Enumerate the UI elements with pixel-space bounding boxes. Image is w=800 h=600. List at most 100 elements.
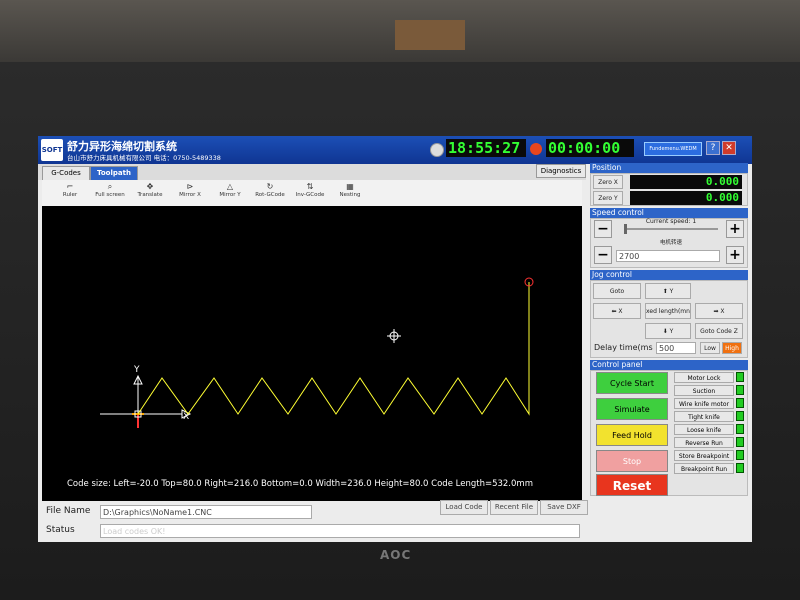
feed-hold-button[interactable]: Feed Hold (596, 424, 668, 446)
status-field: Load codes OK! (100, 524, 580, 538)
mirror-x-button[interactable]: ⊳ Mirror X (168, 182, 212, 204)
zero-y-button[interactable]: Zero Y (593, 191, 623, 205)
delay-time-label: Delay time(ms (594, 343, 653, 352)
file-name-label: File Name (46, 506, 91, 516)
app-logo: SOFT (41, 139, 63, 161)
rot-gcode-label: Rot-GCode (255, 192, 285, 198)
store-breakpoint-led (736, 450, 744, 460)
ruler-label: Ruler (62, 192, 78, 198)
breakpoint-run-led (736, 463, 744, 473)
monitor-brand-logo: AOC (380, 548, 412, 562)
nesting-button[interactable]: ▦ Nesting (328, 182, 372, 204)
app-screen: SOFT 舒力异形海绵切割系统 台山市舒力床具机械有限公司 电话：0750-54… (38, 136, 752, 542)
control-panel-header: Control panel (590, 360, 748, 370)
rotate-icon: ↻ (266, 182, 274, 191)
loose-knife-led (736, 424, 744, 434)
mirror-y-button[interactable]: △ Mirror Y (208, 182, 252, 204)
toolpath-canvas[interactable]: Y X Code size: Left=-20.0 Top=80.0 Right… (42, 206, 582, 501)
load-code-button[interactable]: Load Code (440, 500, 488, 515)
speed-slider-track[interactable] (624, 228, 718, 230)
speed-slider-thumb[interactable] (624, 224, 627, 234)
position-header: Position (590, 163, 748, 173)
jog-control-header: Jog control (590, 270, 748, 280)
speed-decrease-button[interactable]: − (594, 220, 612, 238)
loose-knife-switch[interactable]: Loose knife (674, 424, 734, 435)
tab-toolpath[interactable]: Toolpath (90, 166, 138, 180)
goto-code-z-button[interactable]: Goto Code Z (695, 323, 743, 339)
clock-icon (430, 143, 444, 157)
mirror-x-label: Mirror X (179, 192, 201, 198)
motor-speed-field[interactable]: 2700 (616, 250, 720, 262)
inv-gcode-label: Inv-GCode (295, 192, 325, 198)
zoom-icon: ⌕ (107, 182, 113, 191)
position-x-display: 0.000 (630, 175, 742, 189)
app-subtitle: 台山市舒力床具机械有限公司 电话：0750-5489338 (67, 154, 221, 162)
tight-knife-led (736, 411, 744, 421)
recent-file-button[interactable]: Recent File (490, 500, 538, 515)
suction-led (736, 385, 744, 395)
background-window (395, 20, 465, 50)
tight-knife-switch[interactable]: Tight knife (674, 411, 734, 422)
store-breakpoint-switch[interactable]: Store Breakpoint (674, 450, 734, 461)
current-speed-label: Current speed: 1 (645, 218, 697, 225)
wire-knife-motor-led (736, 398, 744, 408)
simulate-button[interactable]: Simulate (596, 398, 668, 420)
full-screen-button[interactable]: ⌕ Full screen (88, 182, 132, 204)
tab-bar: G-Codes Toolpath (38, 164, 586, 180)
jog-y-plus-button[interactable]: ⬆ Y (645, 283, 691, 299)
clock-display: 18:55:27 (446, 139, 526, 157)
motor-speed-increase-button[interactable]: + (726, 246, 744, 264)
toolpath-line (137, 282, 530, 416)
ruler-button[interactable]: ⌐ Ruler (48, 182, 92, 204)
title-bar: SOFT 舒力异形海绵切割系统 台山市舒力床具机械有限公司 电话：0750-54… (38, 136, 752, 164)
close-button[interactable]: ✕ (722, 141, 736, 155)
position-y-display: 0.000 (630, 191, 742, 205)
translate-button[interactable]: ✥ Translate (128, 182, 172, 204)
web-link-badge[interactable]: Fundemenu.WEDM (644, 142, 702, 156)
y-axis-label: Y (133, 365, 140, 375)
breakpoint-run-switch[interactable]: Breakpoint Run (674, 463, 734, 474)
reverse-run-led (736, 437, 744, 447)
jog-y-minus-button[interactable]: ⬇ Y (645, 323, 691, 339)
goto-breakpoint-button[interactable]: Goto Breakpoint (593, 283, 641, 311)
tab-g-codes[interactable]: G-Codes (42, 166, 90, 180)
reverse-run-switch[interactable]: Reverse Run (674, 437, 734, 448)
file-name-field[interactable]: D:\Graphics\NoName1.CNC (100, 505, 312, 519)
invert-icon: ⇅ (306, 182, 314, 191)
motor-speed-label: 电机转速 (659, 240, 682, 246)
zero-x-button[interactable]: Zero X (593, 175, 623, 189)
toolpath-toolbar: ⌐ Ruler ⌕ Full screen ✥ Translate ⊳ Mirror X… (42, 180, 582, 207)
timer-icon (530, 143, 542, 155)
stop-button[interactable]: Stop (596, 450, 668, 472)
ruler-icon: ⌐ (66, 182, 74, 191)
elapsed-timer: 00:00:00 (546, 139, 634, 157)
motor-lock-switch[interactable]: Motor Lock (674, 372, 734, 383)
speed-increase-button[interactable]: + (726, 220, 744, 238)
fixed-length-field[interactable]: xed length(mn (645, 303, 691, 319)
motor-speed-decrease-button[interactable]: − (594, 246, 612, 264)
mirror-y-icon: △ (226, 182, 234, 191)
reset-button[interactable]: Reset (596, 474, 668, 496)
jog-x-plus-button[interactable]: ➡ X (695, 303, 743, 319)
motor-lock-led (736, 372, 744, 382)
cycle-start-button[interactable]: Cycle Start (596, 372, 668, 394)
code-size-readout: Code size: Left=-20.0 Top=80.0 Right=216… (67, 479, 533, 489)
translate-label: Translate (137, 192, 163, 198)
save-dxf-button[interactable]: Save DXF (540, 500, 588, 515)
suction-switch[interactable]: Suction (674, 385, 734, 396)
jog-x-minus-button[interactable]: ⬅ X (593, 303, 641, 319)
nesting-icon: ▦ (346, 182, 354, 191)
rot-gcode-button[interactable]: ↻ Rot-GCode (248, 182, 292, 204)
speed-low-button[interactable]: Low (700, 342, 720, 354)
wire-knife-motor-switch[interactable]: Wire knife motor (674, 398, 734, 409)
help-button[interactable]: ? (706, 141, 720, 155)
diagnostics-button[interactable]: Diagnostics (536, 164, 586, 178)
delay-time-field[interactable]: 500 (656, 342, 696, 354)
full-screen-label: Full screen (95, 192, 125, 198)
status-label: Status (46, 525, 75, 535)
speed-high-button[interactable]: High (722, 342, 742, 354)
speed-control-header: Speed control (590, 208, 748, 218)
nesting-label: Nesting (339, 192, 361, 198)
inv-gcode-button[interactable]: ⇅ Inv-GCode (288, 182, 332, 204)
mirror-y-label: Mirror Y (219, 192, 241, 198)
